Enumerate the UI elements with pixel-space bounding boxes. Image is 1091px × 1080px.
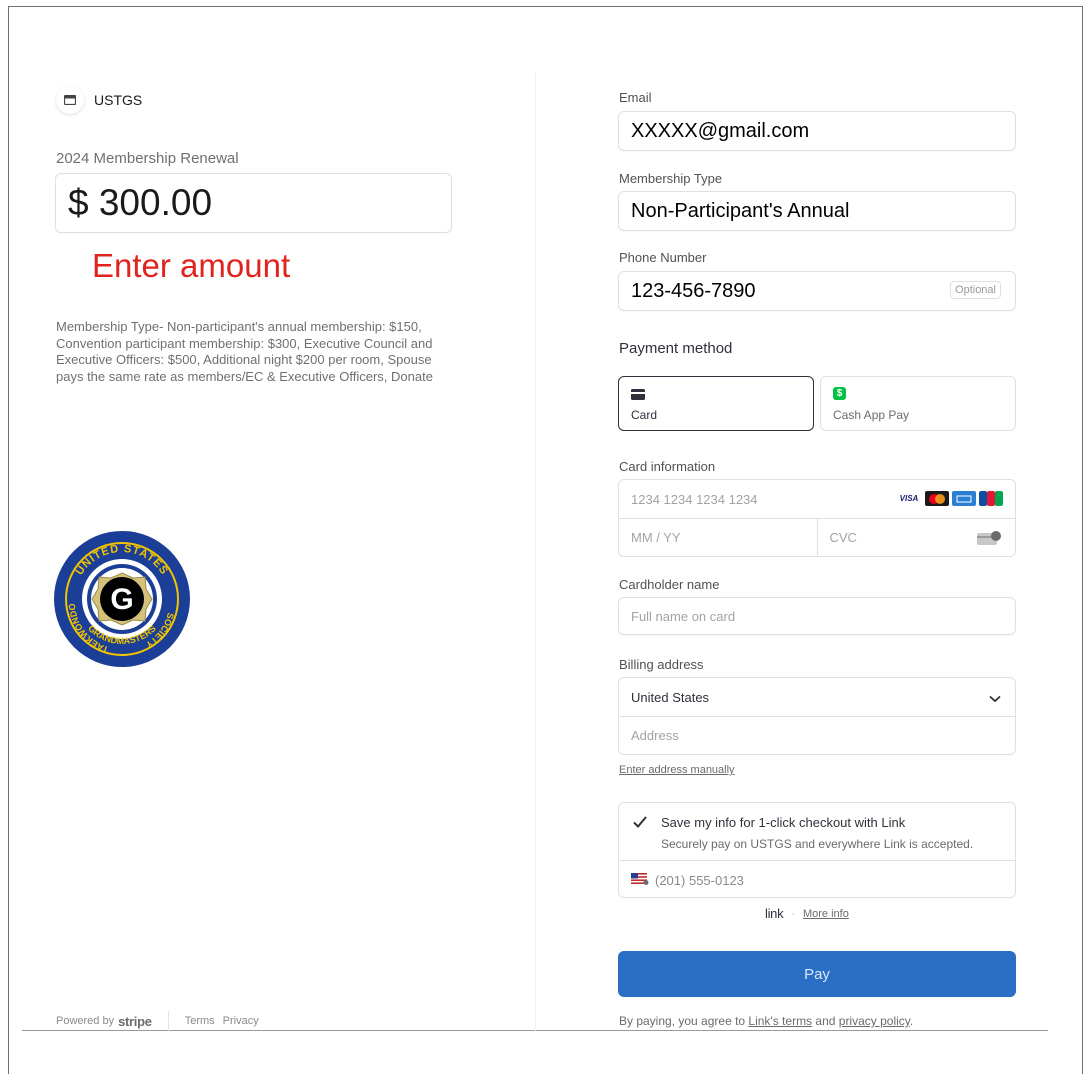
cash-app-icon: $ <box>833 387 846 400</box>
link-logo: link <box>765 906 784 921</box>
membership-type-value: Non-Participant's Annual <box>631 199 850 222</box>
cvc-input[interactable]: CVC <box>816 518 1016 557</box>
terms-middle: and <box>812 1014 839 1028</box>
privacy-policy-link[interactable]: privacy policy <box>839 1014 910 1028</box>
address-placeholder: Address <box>631 728 679 743</box>
payment-method-card-label: Card <box>631 408 658 422</box>
link-divider <box>619 860 1015 861</box>
cardholder-placeholder: Full name on card <box>631 608 736 624</box>
address-input[interactable]: Address <box>619 716 1015 754</box>
payment-method-card[interactable]: Card <box>618 376 814 431</box>
jcb-icon <box>979 491 1003 506</box>
cvc-card-icon <box>977 530 1001 548</box>
merchant-header[interactable]: USTGS <box>56 86 142 114</box>
more-info-link[interactable]: More info <box>803 908 849 920</box>
phone-label: Phone Number <box>619 250 707 265</box>
link-meta: link · More info <box>765 906 849 921</box>
link-save-box: Save my info for 1-click checkout with L… <box>618 802 1016 898</box>
product-name: 2024 Membership Renewal <box>56 150 239 167</box>
amount-value: $ 300.00 <box>68 182 213 223</box>
payment-method-cash-app[interactable]: $ Cash App Pay <box>820 376 1016 431</box>
mastercard-icon <box>925 491 949 506</box>
save-info-checkbox[interactable] <box>632 814 648 835</box>
card-number-input[interactable]: 1234 1234 1234 1234 VISA <box>619 480 1015 518</box>
country-select[interactable]: United States <box>619 678 1015 716</box>
terms-link[interactable]: Terms <box>185 1015 215 1027</box>
card-information-group: 1234 1234 1234 1234 VISA MM / YY CVC <box>618 479 1016 557</box>
merchant-name: USTGS <box>94 92 143 108</box>
enter-address-manually-link[interactable]: Enter address manually <box>619 764 735 776</box>
amount-hint: Enter amount <box>92 247 291 284</box>
expiry-input[interactable]: MM / YY <box>619 519 817 557</box>
country-value: United States <box>631 689 710 705</box>
pay-button[interactable]: Pay <box>618 951 1016 997</box>
footer-separator <box>167 1011 169 1031</box>
link-phone-placeholder: (201) 555-0123 <box>655 873 744 888</box>
expiry-placeholder: MM / YY <box>631 530 681 545</box>
optional-badge: Optional <box>950 281 1001 299</box>
email-field[interactable]: XXXXX@gmail.com <box>618 111 1016 151</box>
email-label: Email <box>619 90 652 105</box>
payment-method-title: Payment method <box>619 340 733 357</box>
ustgs-seal-logo: G UNITED STATES TAEKWONDO GRANDMASTERS S… <box>54 531 190 667</box>
card-information-label: Card information <box>619 459 716 474</box>
amount-input[interactable]: $ 300.00 <box>55 173 452 233</box>
powered-by-label: Powered by <box>56 1015 115 1027</box>
card-number-placeholder: 1234 1234 1234 1234 <box>631 491 758 507</box>
cardholder-name-input[interactable]: Full name on card <box>618 597 1016 635</box>
seal-letter: G <box>110 583 133 616</box>
card-brands: VISA <box>896 491 1003 506</box>
phone-field[interactable]: 123-456-7890 Optional <box>618 271 1016 311</box>
terms-prefix: By paying, you agree to <box>619 1014 749 1028</box>
membership-type-field[interactable]: Non-Participant's Annual <box>618 191 1016 231</box>
billing-address-label: Billing address <box>619 657 704 672</box>
billing-address-group: United States Address <box>618 677 1016 755</box>
powered-by-stripe[interactable]: Powered by stripe <box>56 1014 152 1029</box>
card-expiry-cvc-row: MM / YY CVC <box>619 518 1016 557</box>
membership-type-label: Membership Type <box>619 171 723 186</box>
terms-suffix: . <box>909 1014 914 1028</box>
cardholder-name-label: Cardholder name <box>619 577 720 592</box>
terms-notice: By paying, you agree to Link's terms and… <box>619 1014 913 1028</box>
column-divider <box>535 72 536 1032</box>
phone-value: 123-456-7890 <box>631 279 756 302</box>
cvc-placeholder: CVC <box>829 530 857 545</box>
link-separator: · <box>791 907 795 920</box>
us-flag-icon <box>631 873 649 888</box>
email-value: XXXXX@gmail.com <box>631 119 810 142</box>
link-phone-input[interactable]: (201) 555-0123 <box>631 873 744 888</box>
footer: Powered by stripe Terms Privacy <box>56 1011 267 1031</box>
privacy-link[interactable]: Privacy <box>223 1015 259 1027</box>
stripe-logo: stripe <box>118 1013 152 1029</box>
link-save-title: Save my info for 1-click checkout with L… <box>661 815 906 830</box>
link-save-subtitle: Securely pay on USTGS and everywhere Lin… <box>661 837 974 851</box>
store-icon <box>56 86 84 114</box>
payment-method-cash-app-label: Cash App Pay <box>833 408 910 422</box>
chevron-down-icon <box>989 691 1001 706</box>
card-icon <box>631 387 645 405</box>
visa-icon: VISA <box>896 491 922 506</box>
link-terms-link[interactable]: Link's terms <box>748 1014 812 1028</box>
amex-icon <box>952 491 976 506</box>
product-description: Membership Type- Non-participant's annua… <box>56 319 433 384</box>
